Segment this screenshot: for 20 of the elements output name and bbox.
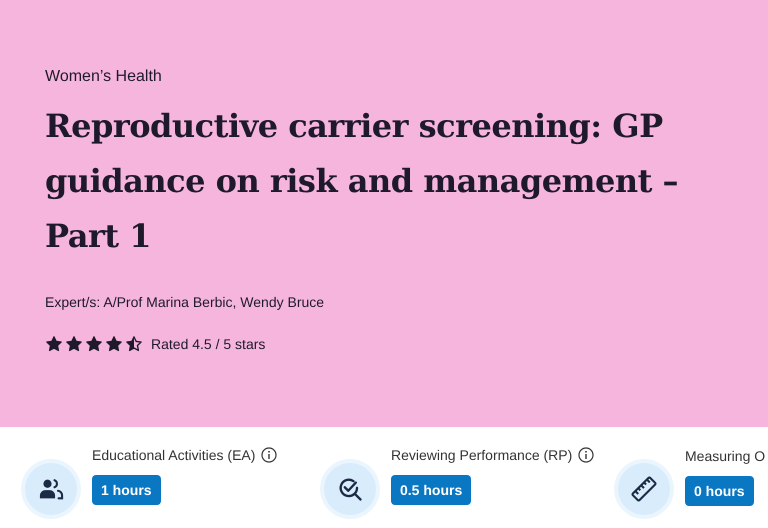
hours-label: Educational Activities (EA): [92, 447, 256, 463]
star-icon: [65, 335, 83, 353]
half-star-icon: [125, 335, 143, 353]
hours-badge: 1 hours: [92, 475, 161, 505]
star-icon: [45, 335, 63, 353]
star-icon: [105, 335, 123, 353]
rating-text: Rated 4.5 / 5 stars: [151, 336, 266, 352]
hours-badge: 0 hours: [685, 476, 754, 506]
star-icon: [85, 335, 103, 353]
experts-text: Expert/s: A/Prof Marina Berbic, Wendy Bruce: [45, 294, 326, 310]
info-icon[interactable]: [578, 447, 594, 463]
ruler-icon: [618, 463, 670, 515]
people-icon: [25, 463, 77, 515]
hours-label: Measuring O: [685, 448, 766, 464]
hours-badge: 0.5 hours: [391, 475, 472, 505]
magnifier-check-icon: [324, 463, 376, 515]
category-label: Women’s Health: [45, 68, 163, 86]
course-title: Reproductive carrier screening: GP guidance on risk and management – Part 1: [45, 106, 679, 257]
hours-label: Reviewing Performance (RP): [391, 447, 572, 463]
info-icon[interactable]: [261, 447, 278, 463]
